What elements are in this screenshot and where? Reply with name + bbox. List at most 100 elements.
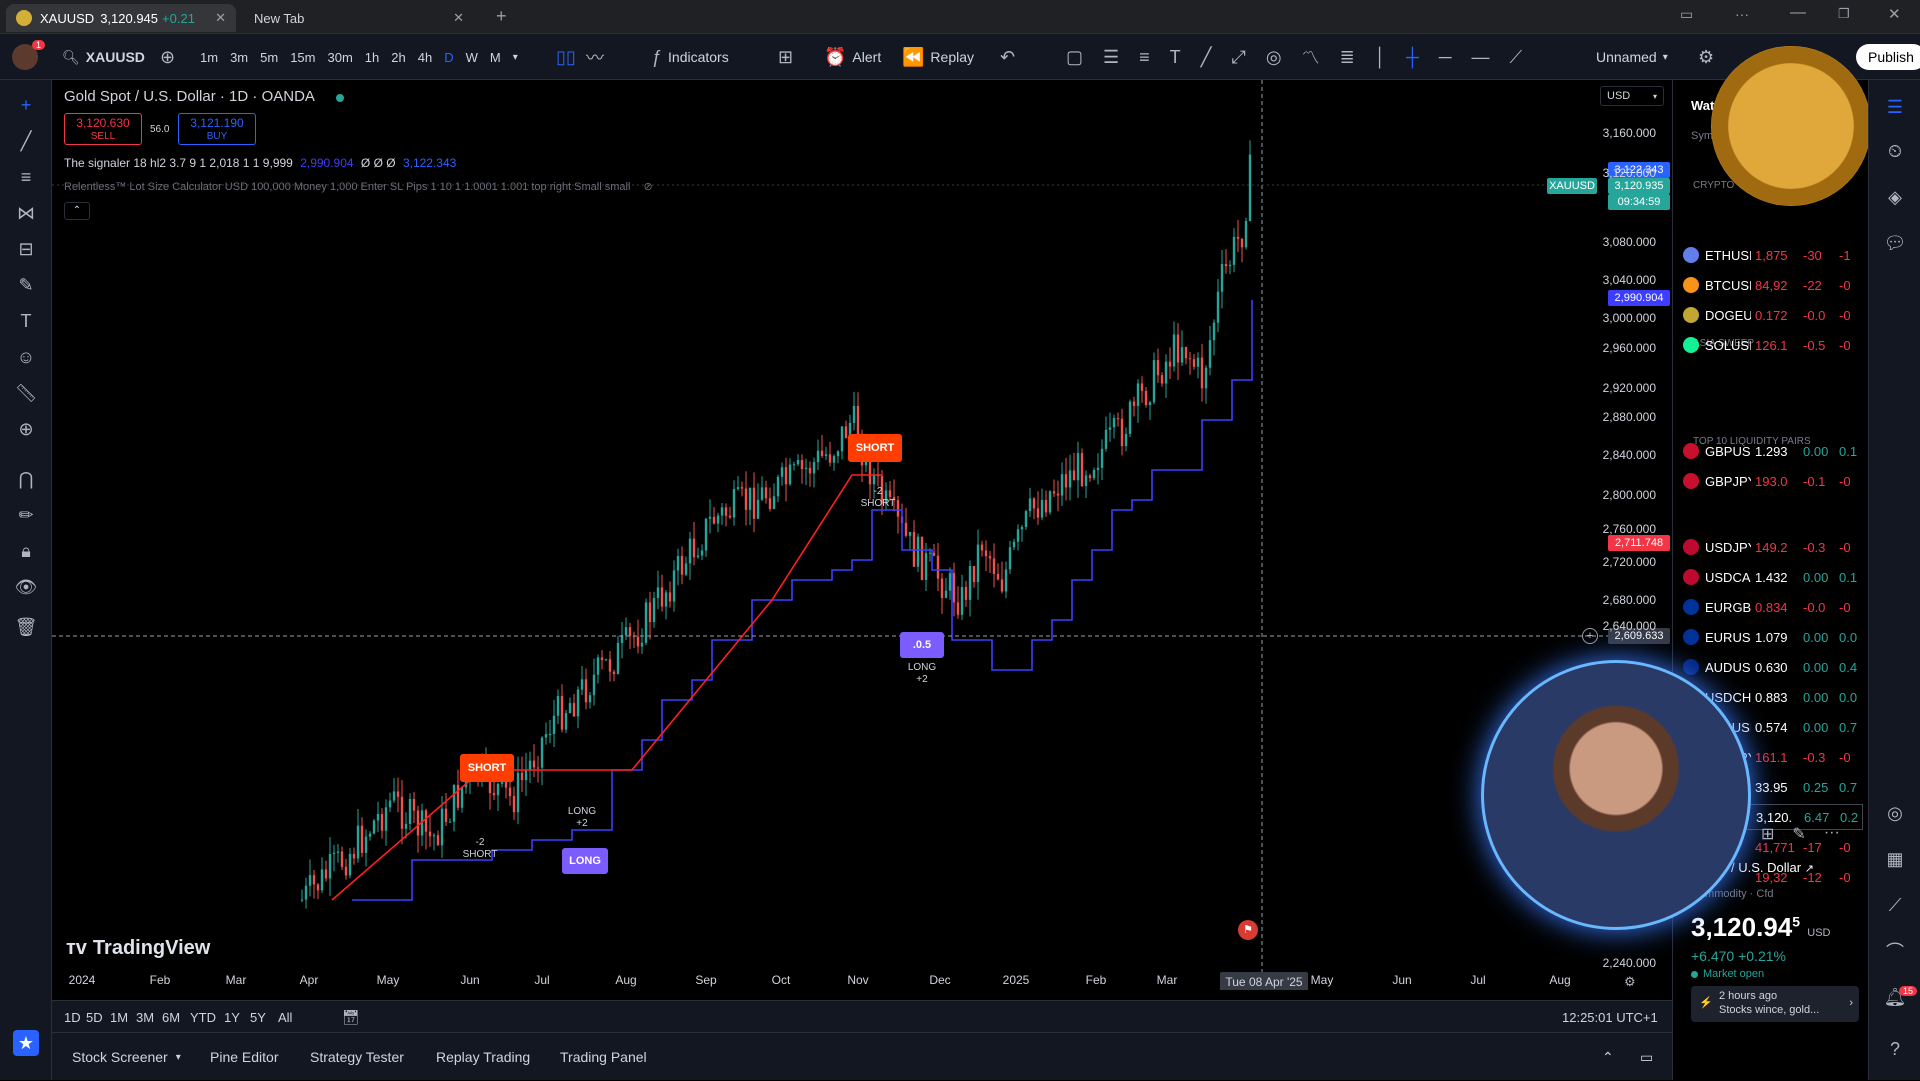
rectangle-icon[interactable]: ▢ [1066,47,1083,68]
calendar-icon[interactable]: ▦ [1882,846,1908,872]
brush-icon[interactable]: ⟋ [1510,47,1523,68]
close-icon[interactable]: ✕ [453,10,464,26]
watchlist-row[interactable]: AUDUS 0.630 0.00 0.4 [1683,654,1863,680]
more-icon[interactable]: ··· [1735,6,1749,22]
collapse-legend-icon[interactable]: ⌃ [64,202,90,220]
indicator-legend-2[interactable]: Relentless™ Lot Size Calculator USD 100,… [64,180,653,193]
watchlist-row[interactable]: USDJPY149.2 -0.3 -0 [1683,534,1863,560]
buy-button[interactable]: 3,121.190 BUY [178,113,256,145]
chart-area[interactable]: Gold Spot / U.S. Dollar · 1D · OANDA 3,1… [52,80,1672,990]
lines-tool-icon[interactable]: ≡ [13,164,39,190]
chart-canvas[interactable] [52,80,1672,990]
stay-drawing-icon[interactable]: ✏ [13,502,39,528]
eye-icon[interactable]: 👁︎ [13,574,39,600]
undo-icon[interactable]: ↶ [1000,34,1015,80]
hidden-eye-icon[interactable]: ⊘ [643,181,652,193]
edit-icon[interactable]: ✎ [1792,824,1805,844]
interval-2h[interactable]: 2h [391,50,405,65]
line-type-icon[interactable]: 〰 [586,34,604,80]
magnet-icon[interactable]: ⋂ [13,466,39,492]
layers-icon[interactable]: ◈ [1882,184,1908,210]
ray-icon[interactable]: ⤢ [1232,47,1246,68]
range-YTD[interactable]: YTD [190,1001,216,1033]
interval-30m[interactable]: 30m [327,50,352,65]
hline-icon[interactable]: ─ [1439,47,1452,68]
details-name[interactable]: / U.S. Dollar ↗ [1731,860,1814,875]
quick-search-icon[interactable]: ⚙ [1698,34,1714,80]
lines-icon[interactable]: ≣ [1340,47,1355,68]
symbol-search[interactable]: 🔍︎ XAUUSD [62,34,145,80]
channel-icon[interactable]: ≡ [1139,47,1150,68]
bottom-tab-pine-editor[interactable]: Pine Editor [210,1033,278,1081]
interval-3m[interactable]: 3m [230,50,248,65]
range-1Y[interactable]: 1Y [224,1001,240,1033]
more-icon[interactable]: ··· [1824,824,1840,844]
layout-name[interactable]: Unnamed ▾ [1596,34,1668,80]
replay-button[interactable]: ⏪ Replay [902,34,974,80]
watchlist-icon[interactable]: ☰ [1882,94,1908,120]
trendline-tool-icon[interactable]: ╱ [13,128,39,154]
range-6M[interactable]: 6M [162,1001,180,1033]
maximize-panel-icon[interactable]: ▭ [1640,1033,1653,1081]
watchlist-title[interactable]: Wat [1691,98,1714,113]
bottom-tab-stock-screener[interactable]: Stock Screener ▾ [72,1033,181,1081]
ruler-icon[interactable]: 📏︎ [13,380,39,406]
minimize-icon[interactable]: — [1790,4,1806,22]
range-1M[interactable]: 1M [110,1001,128,1033]
cross-cursor-icon[interactable]: + [13,92,39,118]
window-close-icon[interactable]: ✕ [1888,5,1901,23]
hray-icon[interactable]: — [1472,47,1490,68]
text-icon[interactable]: T [1170,47,1181,68]
wave-icon[interactable]: 〽 [1302,44,1320,70]
indicator-legend-1[interactable]: The signaler 18 hl2 3.7 9 1 2,018 1 1 9,… [64,156,456,170]
interval-15m[interactable]: 15m [290,50,315,65]
watchlist-row[interactable]: USDCAI 1.432 0.00 0.1 [1683,564,1863,590]
vertical-line-icon[interactable]: │ [1375,47,1386,68]
trendline-icon[interactable]: ╱ [1201,47,1212,68]
star-icon[interactable]: ★ [13,1030,39,1056]
news-card[interactable]: ⚡ 2 hours ago Stocks wince, gold... › [1691,986,1859,1022]
interval-W[interactable]: W [466,50,478,65]
sell-button[interactable]: 3,120.630 SELL [64,113,142,145]
emoji-tool-icon[interactable]: ☺ [13,344,39,370]
lock-icon[interactable]: 🔒︎ [13,538,39,564]
text-tool-icon[interactable]: T [13,308,39,334]
watchlist-row[interactable]: DOGEU 0.172 -0.0 -0 [1683,302,1863,328]
gear-icon[interactable]: ⚙ [1624,974,1636,990]
trash-icon[interactable]: 🗑︎ [13,614,39,640]
crosshair-icon[interactable]: ┼ [1406,47,1419,68]
interval-D[interactable]: D [444,50,453,65]
zoom-icon[interactable]: ⊕ [13,416,39,442]
brush-tool-icon[interactable]: ✎ [13,272,39,298]
range-5Y[interactable]: 5Y [250,1001,266,1033]
interval-5m[interactable]: 5m [260,50,278,65]
add-symbol-icon[interactable]: ⊕ [160,34,175,80]
watchlist-row[interactable]: SOLUSI 126.1 -0.5 -0 [1683,332,1863,358]
grid-icon[interactable]: ⊞ [1761,824,1774,844]
collapse-panel-icon[interactable]: ⌃ [1602,1033,1614,1081]
watchlist-row[interactable]: ETHUSI 1,875 -30 -1 [1683,242,1863,268]
pattern-tool-icon[interactable]: ⋈ [13,200,39,226]
layouts-icon[interactable]: ⊞ [778,34,793,80]
circle-icon[interactable]: ◎ [1266,47,1282,68]
browser-tab-active[interactable]: XAUUSD 3,120.945 +0.21 ✕ [6,4,236,32]
interval-M[interactable]: M [490,50,501,65]
interval-1h[interactable]: 1h [365,50,379,65]
chart-line-icon[interactable]: ⟋ [1882,892,1908,918]
date-range-icon[interactable]: 📅︎ [342,1001,360,1033]
watchlist-row[interactable]: GBPUSI 1.293 0.00 0.1 [1683,438,1863,464]
chevron-down-icon[interactable]: ▾ [513,52,518,63]
symbol-column-header[interactable]: Sym [1691,130,1713,142]
candle-type-icon[interactable]: ▯▯ [556,34,576,80]
range-All[interactable]: All [278,1001,292,1033]
range-3M[interactable]: 3M [136,1001,154,1033]
watchlist-section[interactable]: CRYPTO [1693,180,1734,191]
clock-display[interactable]: 12:25:01 UTC+1 [1562,1001,1658,1033]
chat-icon[interactable]: 💬︎ [1882,230,1908,256]
range-5D[interactable]: 5D [86,1001,103,1033]
publish-button[interactable]: Publish [1856,34,1920,80]
forecast-tool-icon[interactable]: ⊟ [13,236,39,262]
close-icon[interactable]: ✕ [215,10,226,26]
bottom-tab-trading-panel[interactable]: Trading Panel [560,1033,647,1081]
bottom-tab-strategy-tester[interactable]: Strategy Tester [310,1033,404,1081]
